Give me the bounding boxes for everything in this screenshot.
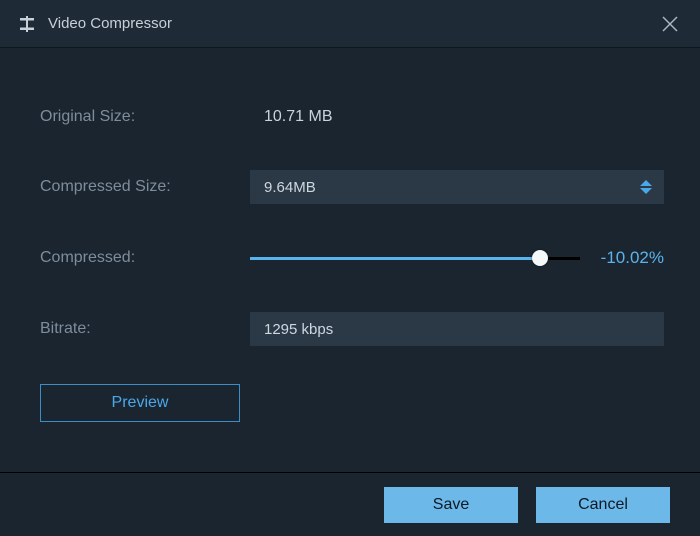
compressed-row: Compressed: -10.02% xyxy=(40,248,664,268)
slider-fill xyxy=(250,257,540,260)
compressed-size-value: 9.64MB xyxy=(264,179,316,196)
preview-button[interactable]: Preview xyxy=(40,384,240,422)
window-title: Video Compressor xyxy=(48,15,656,32)
compressed-size-field[interactable]: 9.64MB xyxy=(250,170,664,204)
slider-thumb[interactable] xyxy=(532,250,548,266)
content-area: Original Size: 10.71 MB Compressed Size:… xyxy=(0,48,700,422)
save-button[interactable]: Save xyxy=(384,487,518,523)
spinner-up-icon[interactable] xyxy=(640,180,652,186)
spinner-arrows xyxy=(640,170,658,204)
footer: Save Cancel xyxy=(0,472,700,536)
bitrate-label: Bitrate: xyxy=(40,320,250,338)
app-icon xyxy=(18,15,36,33)
slider-track xyxy=(250,257,580,260)
title-bar: Video Compressor xyxy=(0,0,700,48)
compressed-size-label: Compressed Size: xyxy=(40,178,250,196)
bitrate-row: Bitrate: 1295 kbps xyxy=(40,312,664,346)
save-button-label: Save xyxy=(433,496,469,514)
compression-slider[interactable] xyxy=(250,249,580,267)
cancel-button-label: Cancel xyxy=(578,496,628,514)
original-size-label: Original Size: xyxy=(40,108,250,126)
close-icon xyxy=(661,15,679,33)
original-size-row: Original Size: 10.71 MB xyxy=(40,108,664,126)
close-button[interactable] xyxy=(656,10,684,38)
cancel-button[interactable]: Cancel xyxy=(536,487,670,523)
spinner-down-icon[interactable] xyxy=(640,188,652,194)
original-size-value: 10.71 MB xyxy=(250,108,332,126)
compressed-size-row: Compressed Size: 9.64MB xyxy=(40,170,664,204)
preview-button-label: Preview xyxy=(112,394,169,412)
bitrate-field[interactable]: 1295 kbps xyxy=(250,312,664,346)
compressed-percent: -10.02% xyxy=(592,248,664,268)
compressed-label: Compressed: xyxy=(40,249,250,267)
bitrate-value: 1295 kbps xyxy=(264,321,333,338)
